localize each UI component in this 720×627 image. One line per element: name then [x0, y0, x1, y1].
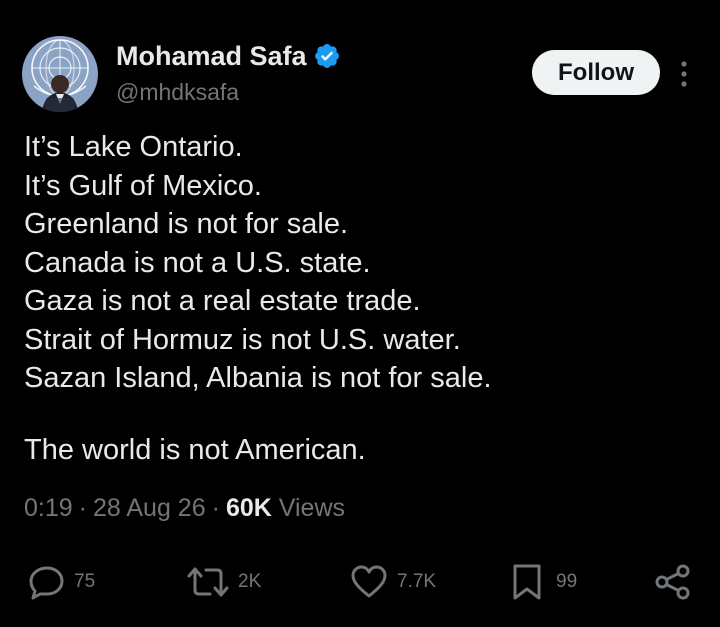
- avatar-image: [22, 36, 98, 112]
- avatar[interactable]: [22, 36, 98, 112]
- tweet-line: It’s Lake Ontario.: [24, 131, 243, 163]
- tweet-line: Greenland is not for sale.: [24, 208, 349, 240]
- like-count: 7.7K: [397, 571, 437, 592]
- share-button[interactable]: [654, 562, 692, 602]
- follow-button[interactable]: Follow: [532, 50, 660, 95]
- views-count: 60K: [225, 494, 272, 522]
- tweet-time[interactable]: 0:19: [24, 494, 73, 522]
- repost-button[interactable]: 2K: [186, 562, 261, 602]
- more-vertical-icon[interactable]: [672, 58, 696, 90]
- tweet-text: It’s Lake Ontario. It’s Gulf of Mexico. …: [24, 128, 492, 398]
- reply-button[interactable]: 75: [28, 562, 95, 602]
- bookmark-count: 99: [556, 571, 578, 592]
- like-button[interactable]: 7.7K: [349, 562, 436, 602]
- tweet-line: Gaza is not a real estate trade.: [24, 285, 421, 317]
- author-handle[interactable]: @mhdksafa: [116, 78, 239, 106]
- author-name[interactable]: Mohamad Safa: [116, 40, 307, 72]
- tweet-closing-line: The world is not American.: [24, 434, 366, 466]
- views-label: Views: [278, 494, 346, 522]
- tweet-line: Canada is not a U.S. state.: [24, 246, 371, 279]
- meta-separator: ·: [211, 494, 220, 522]
- bookmark-icon: [512, 563, 542, 601]
- reply-count: 75: [74, 571, 96, 592]
- tweet-line: Strait of Hormuz is not U.S. water.: [24, 323, 461, 356]
- repost-count: 2K: [238, 571, 262, 592]
- heart-icon: [349, 564, 389, 600]
- share-icon: [654, 563, 692, 601]
- author-name-row[interactable]: Mohamad Safa: [116, 40, 341, 72]
- tweet-meta: 0:19 · 28 Aug 26 · 60K Views: [24, 493, 345, 523]
- reply-icon: [28, 564, 66, 600]
- verified-badge-icon: [313, 42, 341, 70]
- meta-separator: ·: [78, 494, 87, 522]
- tweet-line: Sazan Island, Albania is not for sale.: [24, 362, 492, 394]
- repost-icon: [186, 564, 230, 600]
- bookmark-button[interactable]: 99: [512, 562, 577, 602]
- tweet-date[interactable]: 28 Aug 26: [93, 494, 206, 522]
- tweet-line: It’s Gulf of Mexico.: [24, 169, 262, 202]
